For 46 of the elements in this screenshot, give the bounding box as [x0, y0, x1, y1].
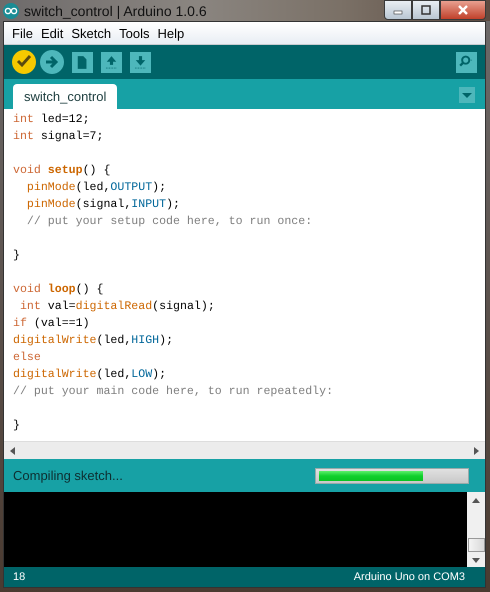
- open-button[interactable]: [101, 52, 122, 72]
- code-line: }: [13, 248, 20, 264]
- maximize-button[interactable]: [412, 0, 440, 20]
- code-line: // put your setup code here, to run once:: [26, 214, 312, 230]
- code-line: if (val==1): [13, 316, 90, 332]
- code-line: else: [13, 350, 41, 366]
- sketch-tab[interactable]: switch_control: [13, 84, 118, 109]
- code-line: digitalWrite(led,HIGH);: [13, 333, 174, 349]
- close-button[interactable]: [440, 0, 486, 20]
- save-button[interactable]: [130, 52, 151, 72]
- scroll-down-icon[interactable]: [472, 558, 480, 563]
- scrollbar-thumb[interactable]: [468, 538, 484, 552]
- new-button[interactable]: [72, 52, 93, 72]
- status-message: Compiling sketch...: [13, 468, 124, 483]
- minimize-button[interactable]: [384, 0, 412, 20]
- horizontal-scrollbar[interactable]: [4, 441, 485, 459]
- menu-item[interactable]: File: [8, 26, 37, 40]
- code-line: digitalWrite(led,LOW);: [13, 367, 166, 383]
- code-line: int val=digitalRead(signal);: [18, 299, 215, 315]
- code-line: // put your main code here, to run repeatedly:: [13, 384, 334, 400]
- board-port-label: Arduino Uno on COM3: [354, 571, 465, 583]
- code-line: pinMode(signal,INPUT);: [26, 197, 180, 213]
- maximize-icon: [420, 5, 432, 15]
- serial-monitor-button[interactable]: [456, 52, 477, 72]
- line-number: 18: [13, 571, 26, 583]
- verify-button[interactable]: [12, 50, 36, 74]
- upload-button[interactable]: [40, 50, 64, 74]
- menu-item[interactable]: Help: [153, 26, 188, 40]
- code-line: }: [13, 418, 20, 434]
- code-line: pinMode(led,OUTPUT);: [26, 180, 166, 196]
- caret-icon: [461, 92, 473, 98]
- app-logo-icon: [3, 2, 19, 18]
- scroll-right-icon[interactable]: [474, 446, 479, 454]
- scroll-up-icon[interactable]: [472, 498, 480, 503]
- vertical-scrollbar[interactable]: [467, 492, 485, 567]
- code-line: int led=12;: [13, 112, 90, 128]
- code-line: void loop() {: [13, 282, 104, 298]
- scroll-left-icon[interactable]: [10, 446, 15, 454]
- menu-item[interactable]: Tools: [115, 26, 154, 40]
- window-title: switch_control | Arduino 1.0.6: [24, 2, 208, 18]
- code-line: void setup() {: [13, 163, 110, 179]
- code-line: int signal=7;: [13, 129, 104, 145]
- tab-menu-button[interactable]: [459, 87, 475, 103]
- menu-item[interactable]: Edit: [36, 26, 68, 40]
- menu-item[interactable]: Sketch: [67, 26, 116, 40]
- close-icon: [457, 5, 469, 15]
